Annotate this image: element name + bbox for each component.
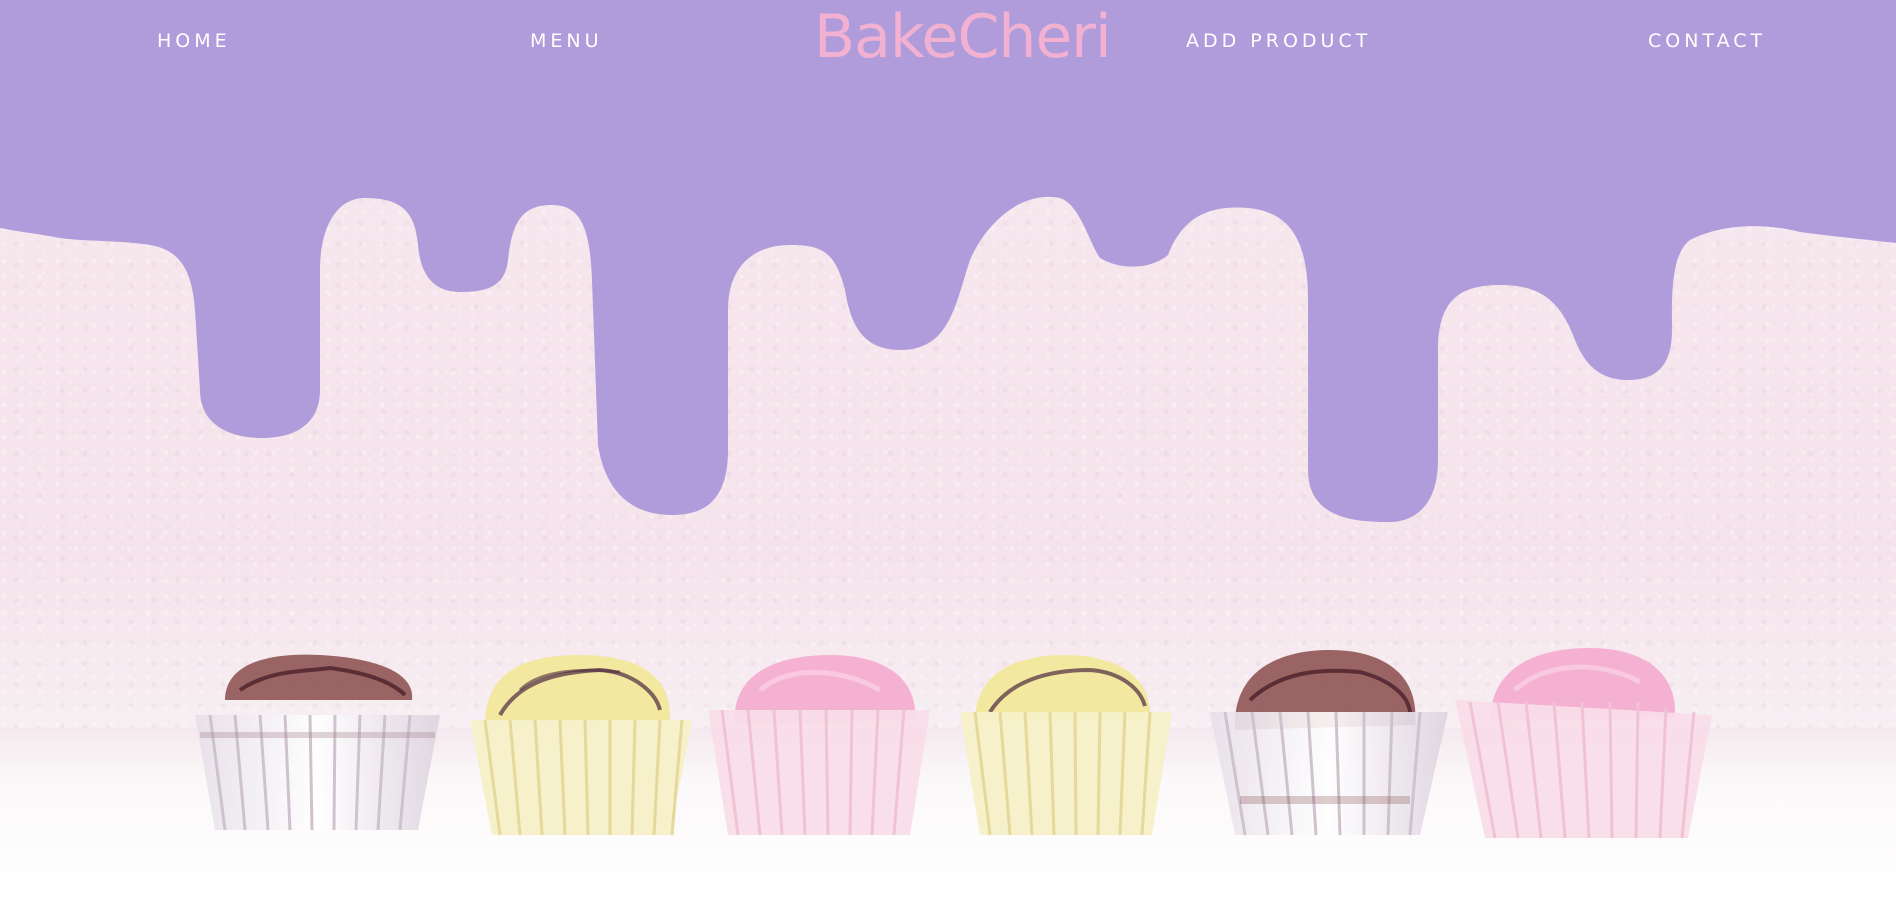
cupcake-strawberry (708, 655, 930, 836)
cupcake-chocolate (1210, 650, 1448, 836)
cupcake-row (195, 648, 1712, 839)
top-navigation: HOME MENU BakeCheri ADD PRODUCT CONTACT (0, 0, 1896, 90)
cupcake-vanilla (960, 655, 1172, 836)
cupcake-vanilla (470, 655, 692, 836)
nav-add-product-link[interactable]: ADD PRODUCT (1186, 30, 1371, 52)
nav-contact-link[interactable]: CONTACT (1648, 30, 1766, 52)
nav-menu-link[interactable]: MENU (530, 30, 603, 52)
cupcake-strawberry (1455, 648, 1712, 839)
landing-page: HOME MENU BakeCheri ADD PRODUCT CONTACT (0, 0, 1896, 899)
brand-logo[interactable]: BakeCheri (814, 2, 1112, 72)
nav-home-link[interactable]: HOME (157, 30, 231, 52)
cupcake-chocolate (195, 654, 440, 831)
